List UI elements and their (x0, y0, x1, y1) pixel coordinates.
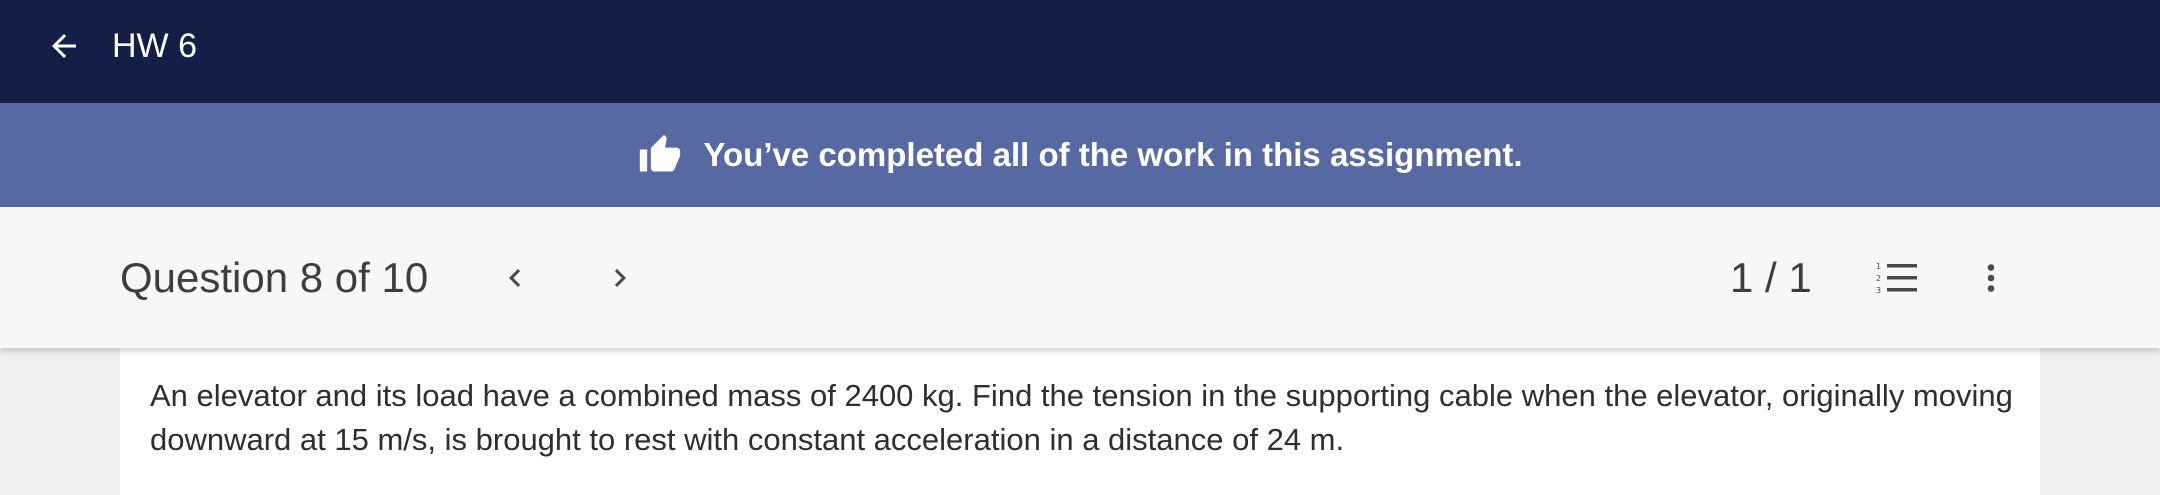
thumbs-up-icon (640, 134, 681, 172)
previous-question-button[interactable] (490, 253, 540, 303)
back-button[interactable] (40, 22, 88, 70)
page-indicator: 1 / 1 (1730, 254, 1812, 301)
chevron-right-icon (614, 269, 626, 287)
question-bar: Question 8 of 10 1 / 1 1 2 3 (0, 207, 2160, 348)
svg-text:3: 3 (1876, 286, 1881, 295)
top-bar: HW 6 (0, 0, 2160, 103)
svg-text:1: 1 (1876, 262, 1881, 271)
question-title: Question 8 of 10 (120, 254, 429, 301)
question-text: An elevator and its load have a combined… (150, 378, 2013, 457)
more-options-button[interactable] (1964, 251, 2018, 305)
arrow-left-icon (52, 34, 76, 58)
completion-banner: You’ve completed all of the work in this… (0, 103, 2160, 207)
question-list-button[interactable]: 1 2 3 (1870, 251, 1924, 305)
completion-message: You’ve completed all of the work in this… (703, 136, 1523, 173)
question-content: An elevator and its load have a combined… (120, 348, 2040, 495)
next-question-button[interactable] (595, 253, 645, 303)
more-vertical-icon (1987, 264, 1995, 292)
svg-text:2: 2 (1876, 274, 1881, 283)
assignment-title: HW 6 (112, 27, 197, 65)
numbered-list-icon: 1 2 3 (1876, 262, 1917, 295)
chevron-left-icon (509, 269, 521, 287)
